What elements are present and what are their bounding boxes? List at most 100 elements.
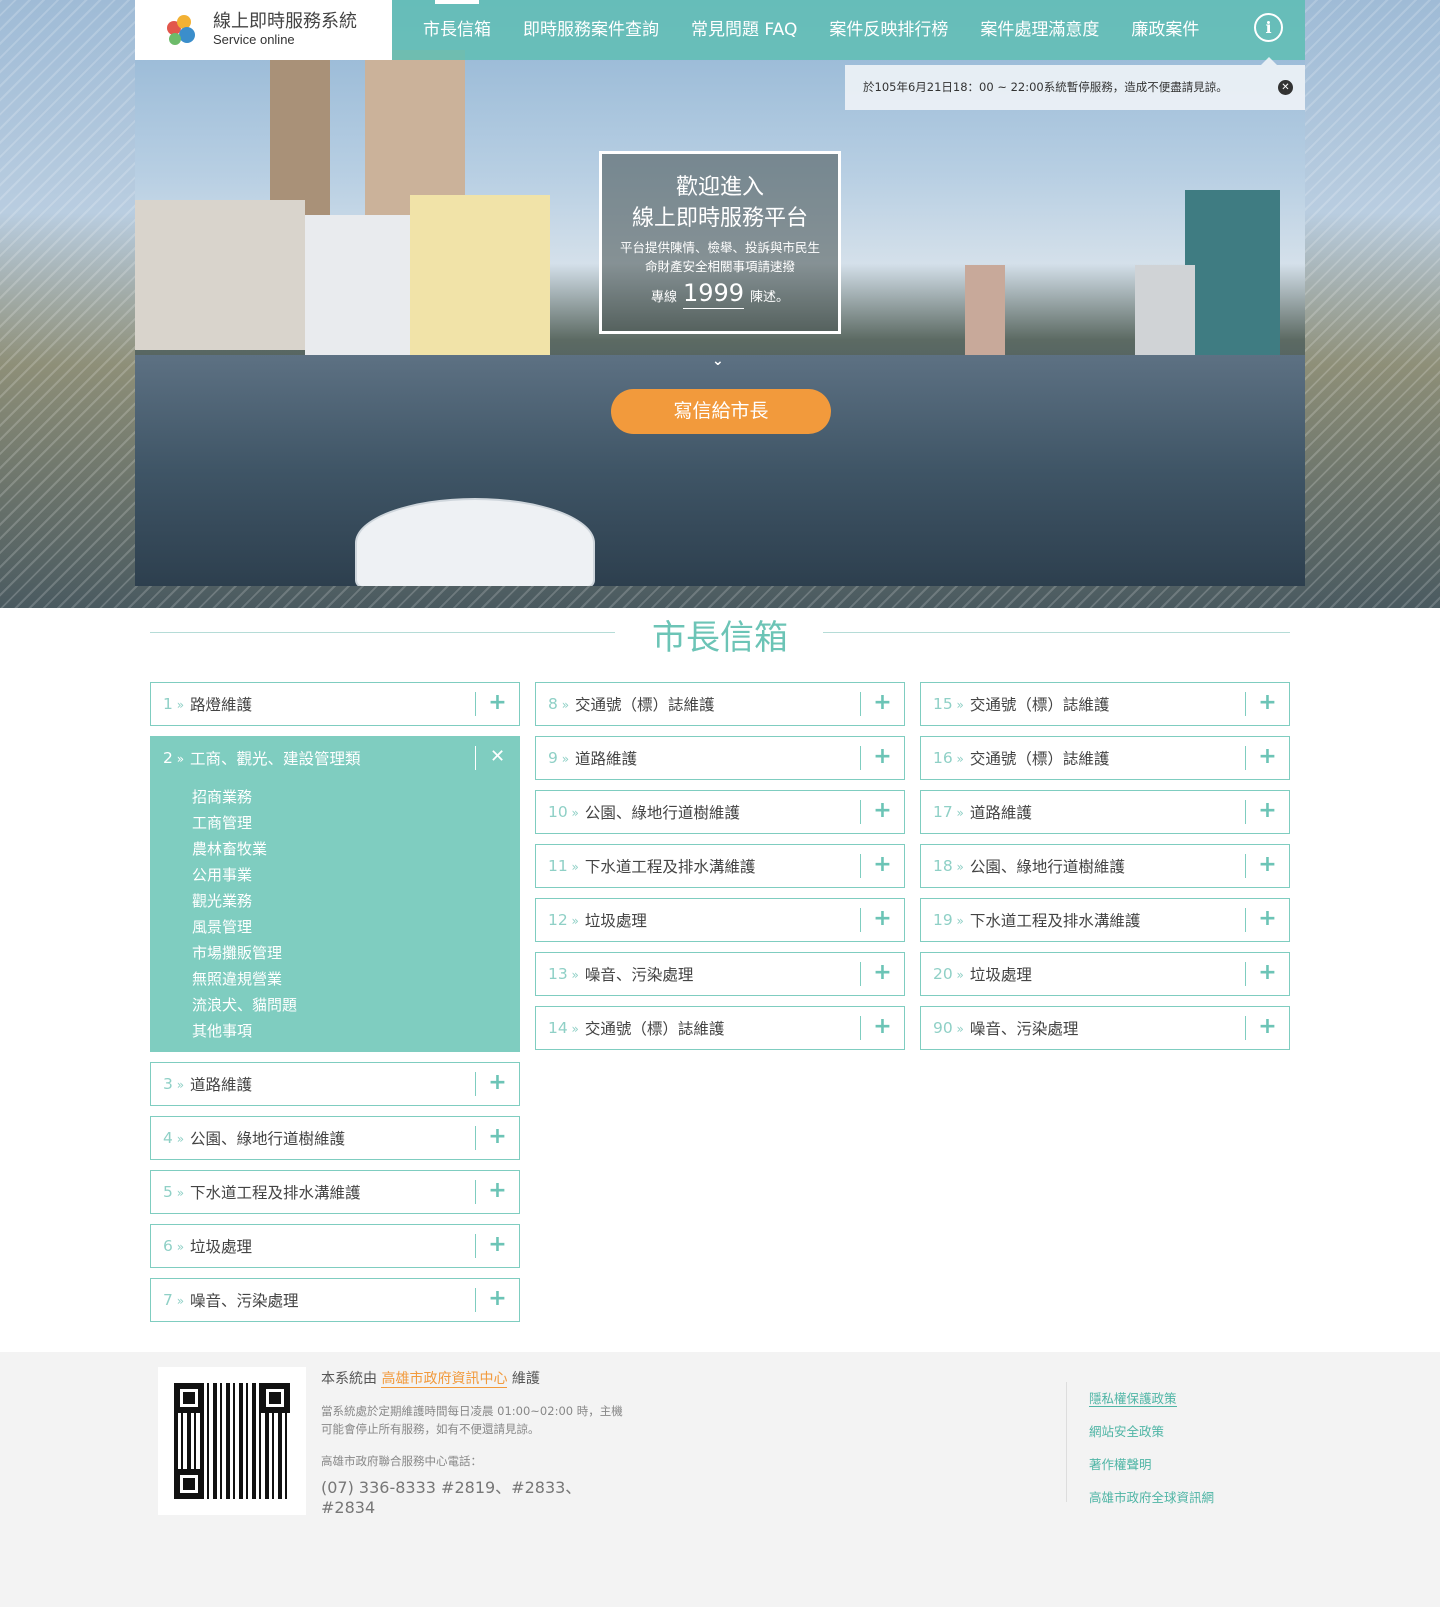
nav-satisfaction[interactable]: 案件處理滿意度	[964, 0, 1115, 60]
category-number: 18	[933, 857, 964, 875]
nav-mayor-mailbox[interactable]: 市長信箱	[407, 0, 507, 60]
category-label: 公園、綠地行道樹維護	[584, 804, 740, 822]
submenu: 招商業務 工商管理 農林畜牧業 公用事業 觀光業務 風景管理 市場攤販管理 無照違規營業 流浪犬…	[150, 780, 520, 1052]
hotline-number: 1999	[682, 279, 745, 309]
link-security[interactable]: 網站安全政策	[1089, 1415, 1214, 1448]
plus-icon[interactable]: +	[475, 1180, 519, 1204]
plus-icon[interactable]: +	[860, 962, 904, 986]
footer-info: 本系統由 高雄市政府資訊中心 維護 當系統處於定期維護時間每日凌晨 01:00~…	[321, 1368, 631, 1517]
hotline: 專線 1999 陳述。	[650, 279, 790, 309]
plus-icon[interactable]: +	[860, 746, 904, 770]
category-item[interactable]: 12 垃圾處理 +	[535, 898, 905, 942]
plus-icon[interactable]: +	[475, 1288, 519, 1312]
category-item[interactable]: 13 噪音、污染處理 +	[535, 952, 905, 996]
category-number: 13	[548, 965, 579, 983]
plus-icon[interactable]: +	[860, 1016, 904, 1040]
nav-integrity[interactable]: 廉政案件	[1115, 0, 1215, 60]
footer: 本系統由 高雄市政府資訊中心 維護 當系統處於定期維護時間每日凌晨 01:00~…	[0, 1352, 1440, 1607]
category-item[interactable]: 8 交通號（標）誌維護 +	[535, 682, 905, 726]
category-column-3: 15 交通號（標）誌維護 +16 交通號（標）誌維護 +17 道路維護 +18 公園、綠地行道…	[920, 682, 1290, 1060]
category-label: 交通號（標）誌維護	[584, 1020, 725, 1038]
category-number: 16	[933, 749, 964, 767]
category-item[interactable]: 11 下水道工程及排水溝維護 +	[535, 844, 905, 888]
submenu-item[interactable]: 工商管理	[192, 810, 520, 836]
section-title: 市長信箱	[652, 618, 788, 658]
plus-icon[interactable]: +	[860, 800, 904, 824]
category-number: 6	[163, 1237, 184, 1255]
category-number: 3	[163, 1075, 184, 1093]
phone-number: (07) 336-8333 #2819、#2833、#2834	[321, 1478, 582, 1517]
category-item[interactable]: 10 公園、綠地行道樹維護 +	[535, 790, 905, 834]
category-item[interactable]: 1 路燈維護 +	[150, 682, 520, 726]
write-to-mayor-button[interactable]: 寫信給市長	[611, 389, 831, 434]
submenu-item[interactable]: 招商業務	[192, 784, 520, 810]
chevron-down-icon[interactable]: ⌄	[712, 353, 724, 369]
category-item[interactable]: 20 垃圾處理 +	[920, 952, 1290, 996]
plus-icon[interactable]: +	[860, 692, 904, 716]
submenu-item[interactable]: 公用事業	[192, 862, 520, 888]
category-number: 7	[163, 1291, 184, 1309]
plus-icon[interactable]: +	[1245, 854, 1289, 878]
logo-subtitle: Service online	[213, 32, 295, 47]
category-item[interactable]: 4 公園、綠地行道樹維護 +	[150, 1116, 520, 1160]
plus-icon[interactable]: +	[1245, 1016, 1289, 1040]
link-privacy[interactable]: 隱私權保護政策	[1089, 1382, 1214, 1415]
category-label: 垃圾處理	[969, 966, 1032, 984]
close-icon[interactable]: ✕	[1278, 80, 1293, 95]
category-label: 噪音、污染處理	[584, 966, 694, 984]
link-copyright[interactable]: 著作權聲明	[1089, 1448, 1214, 1481]
plus-icon[interactable]: +	[475, 692, 519, 716]
plus-icon[interactable]: +	[1245, 800, 1289, 824]
plus-icon[interactable]: +	[1245, 692, 1289, 716]
plus-icon[interactable]: +	[1245, 746, 1289, 770]
category-item[interactable]: 19 下水道工程及排水溝維護 +	[920, 898, 1290, 942]
category-item[interactable]: 15 交通號（標）誌維護 +	[920, 682, 1290, 726]
plus-icon[interactable]: +	[475, 1126, 519, 1150]
plus-icon[interactable]: +	[475, 1234, 519, 1258]
submenu-item[interactable]: 觀光業務	[192, 888, 520, 914]
category-item[interactable]: 17 道路維護 +	[920, 790, 1290, 834]
category-item[interactable]: 2 工商、觀光、建設管理類 ✕	[150, 736, 520, 780]
category-label: 道路維護	[190, 1076, 253, 1094]
plus-icon[interactable]: +	[860, 854, 904, 878]
maintainer-link[interactable]: 高雄市政府資訊中心	[381, 1371, 508, 1388]
submenu-item[interactable]: 市場攤販管理	[192, 940, 520, 966]
site-logo[interactable]: 線上即時服務系統 Service online	[135, 0, 392, 60]
category-item[interactable]: 16 交通號（標）誌維護 +	[920, 736, 1290, 780]
plus-icon[interactable]: +	[1245, 962, 1289, 986]
category-item[interactable]: 7 噪音、污染處理 +	[150, 1278, 520, 1322]
category-item[interactable]: 90 噪音、污染處理 +	[920, 1006, 1290, 1050]
category-item[interactable]: 9 道路維護 +	[535, 736, 905, 780]
info-icon[interactable]: i	[1254, 13, 1283, 42]
category-label: 交通號（標）誌維護	[969, 750, 1110, 768]
plus-icon[interactable]: +	[1245, 908, 1289, 932]
submenu-item[interactable]: 無照違規營業	[192, 966, 520, 992]
category-item[interactable]: 14 交通號（標）誌維護 +	[535, 1006, 905, 1050]
category-item[interactable]: 3 道路維護 +	[150, 1062, 520, 1106]
plus-icon[interactable]: +	[860, 908, 904, 932]
plus-icon[interactable]: +	[475, 1072, 519, 1096]
welcome-line2: 線上即時服務平台	[631, 206, 808, 231]
category-item[interactable]: 18 公園、綠地行道樹維護 +	[920, 844, 1290, 888]
submenu-item[interactable]: 其他事項	[192, 1018, 520, 1044]
nav-ranking[interactable]: 案件反映排行榜	[813, 0, 964, 60]
category-label: 噪音、污染處理	[969, 1020, 1079, 1038]
category-label: 道路維護	[969, 804, 1032, 822]
category-item[interactable]: 5 下水道工程及排水溝維護 +	[150, 1170, 520, 1214]
submenu-item[interactable]: 風景管理	[192, 914, 520, 940]
submenu-item[interactable]: 農林畜牧業	[192, 836, 520, 862]
category-item[interactable]: 6 垃圾處理 +	[150, 1224, 520, 1268]
category-label: 公園、綠地行道樹維護	[190, 1130, 346, 1148]
welcome-box: 歡迎進入 線上即時服務平台 平台提供陳情、檢舉、投訴與市民生命財產安全相關事項請…	[599, 151, 841, 334]
nav-case-query[interactable]: 即時服務案件查詢	[507, 0, 675, 60]
submenu-item[interactable]: 流浪犬、貓問題	[192, 992, 520, 1018]
category-number: 15	[933, 695, 964, 713]
nav-faq[interactable]: 常見問題 FAQ	[675, 0, 813, 60]
phone-label: 高雄市政府聯合服務中心電話：	[321, 1454, 482, 1468]
category-number: 1	[163, 695, 184, 713]
close-icon[interactable]: ✕	[475, 746, 519, 770]
link-city-portal[interactable]: 高雄市政府全球資訊網	[1089, 1481, 1214, 1514]
category-number: 20	[933, 965, 964, 983]
category-label: 公園、綠地行道樹維護	[969, 858, 1125, 876]
category-label: 道路維護	[575, 750, 638, 768]
